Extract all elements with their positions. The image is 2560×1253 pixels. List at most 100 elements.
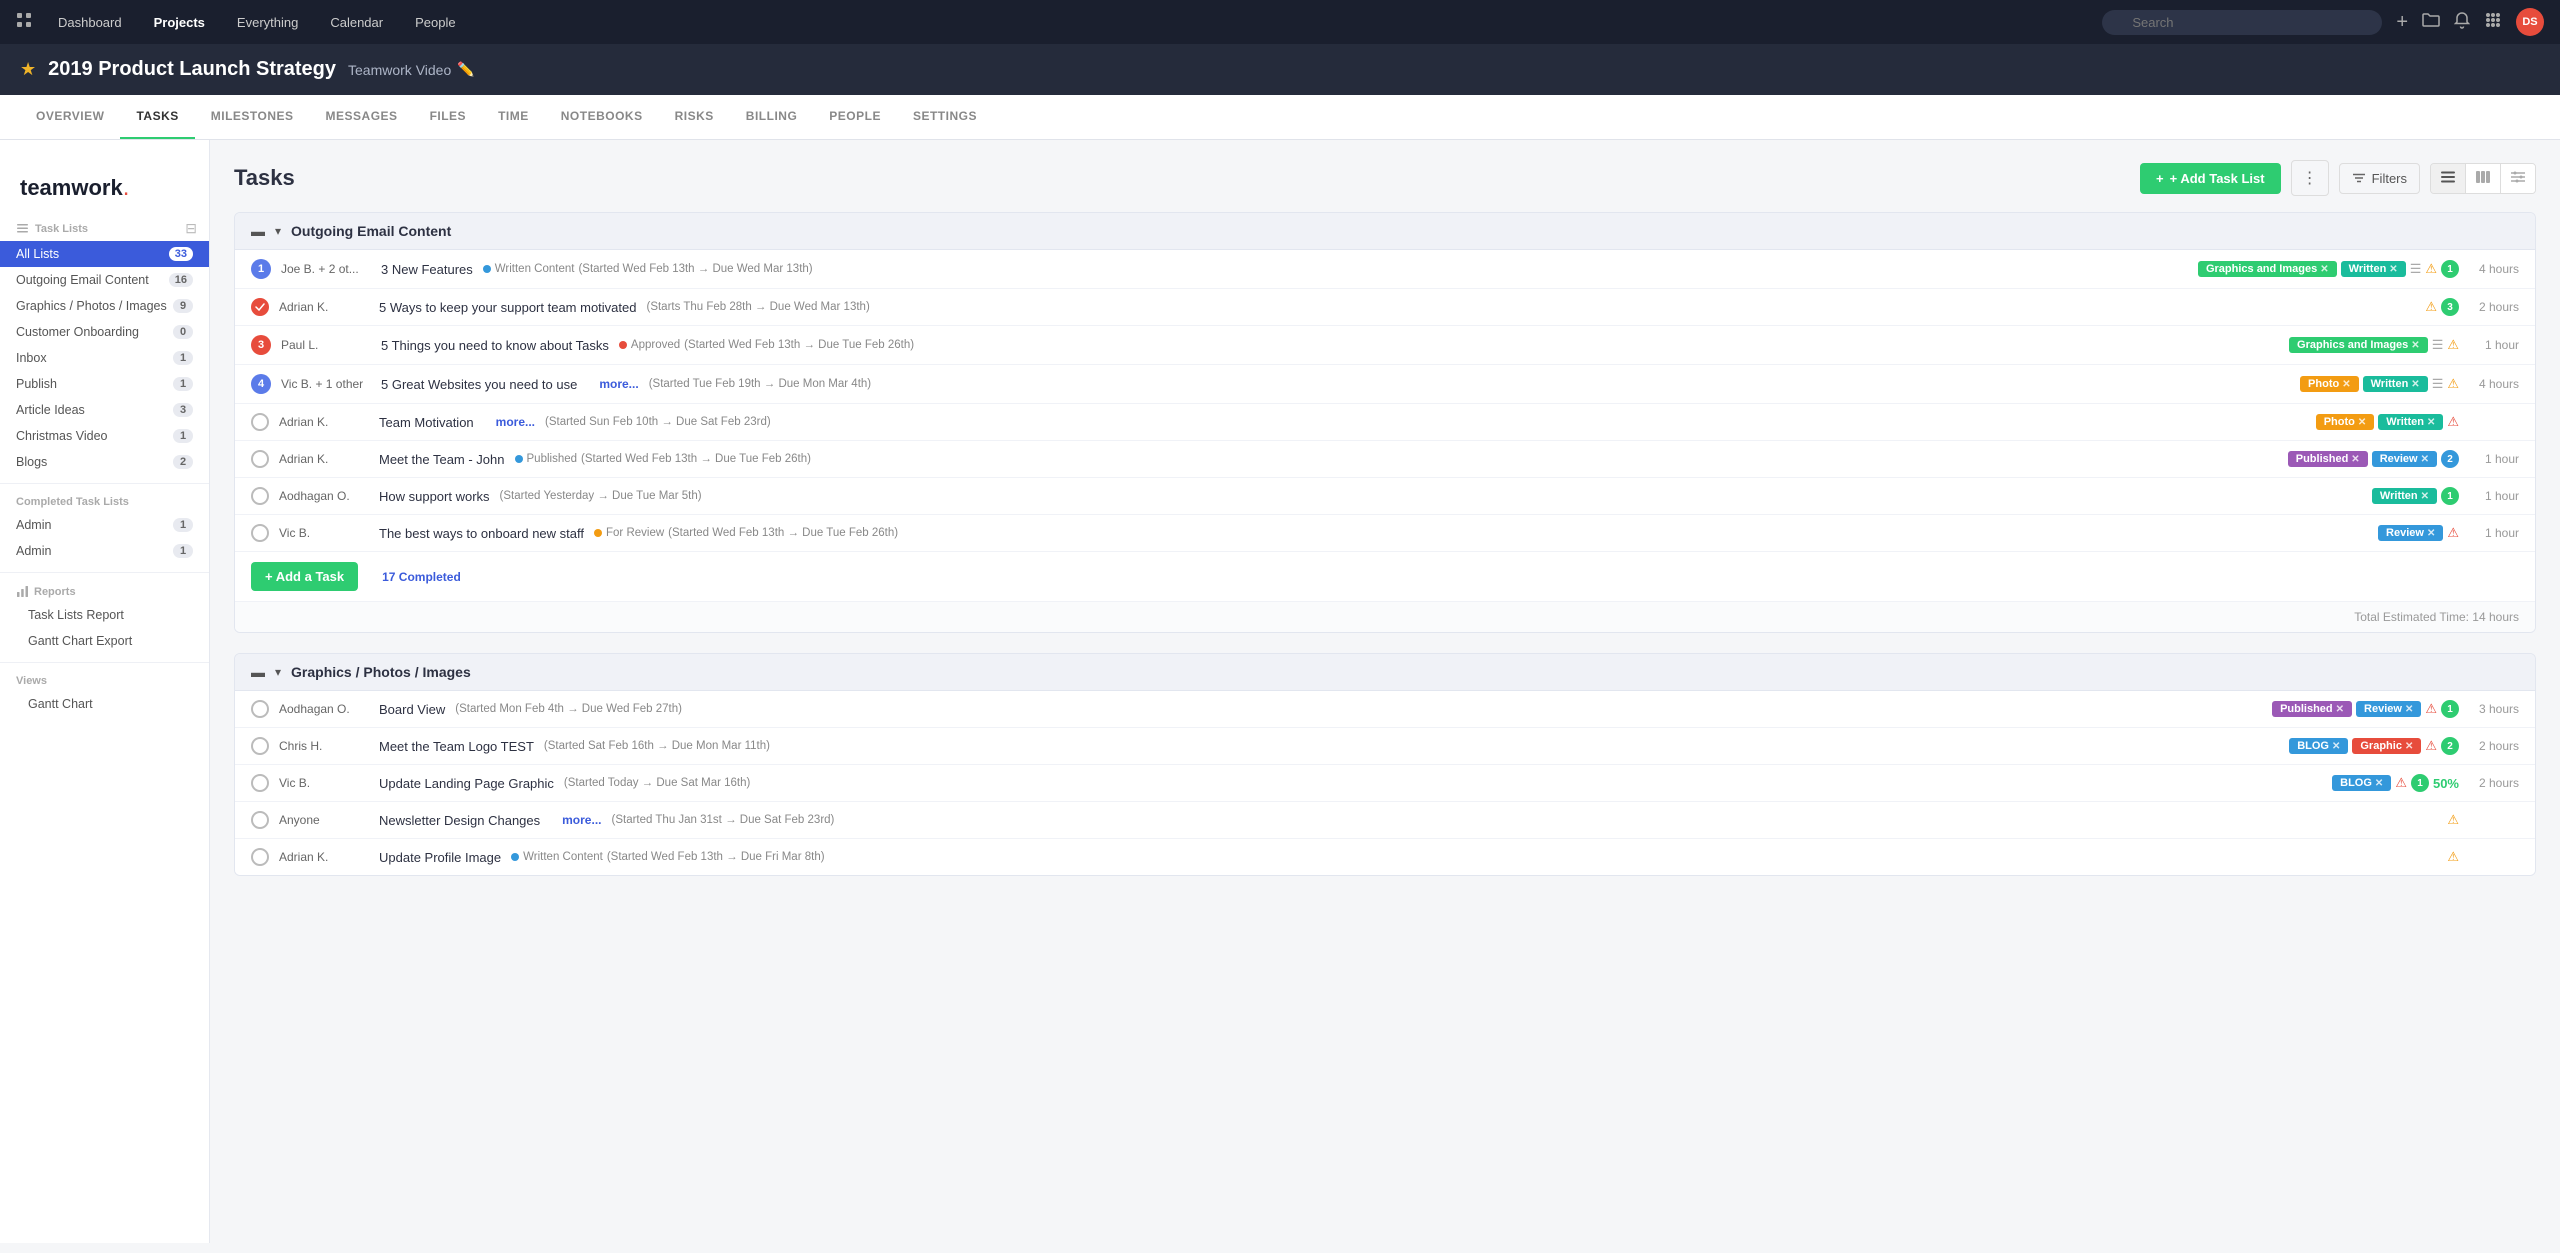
nav-dashboard[interactable]: Dashboard — [52, 11, 128, 34]
sidebar-item-outgoing[interactable]: Outgoing Email Content 16 — [0, 267, 209, 293]
tab-billing[interactable]: BILLING — [730, 95, 814, 139]
sidebar-collapse-icon[interactable]: ⊟ — [185, 220, 197, 237]
bell-icon[interactable] — [2454, 11, 2470, 34]
nav-calendar[interactable]: Calendar — [324, 11, 389, 34]
collapse-section-outgoing[interactable]: ▬ — [251, 223, 265, 239]
more-link[interactable]: more... — [496, 415, 535, 429]
sidebar-item-article[interactable]: Article Ideas 3 — [0, 397, 209, 423]
outgoing-label: Outgoing Email Content — [16, 273, 149, 287]
tag[interactable]: Review ✕ — [2378, 525, 2443, 541]
tag[interactable]: Review ✕ — [2356, 701, 2421, 717]
tag[interactable]: BLOG ✕ — [2289, 738, 2348, 754]
sidebar-item-christmas[interactable]: Christmas Video 1 — [0, 423, 209, 449]
tab-overview[interactable]: OVERVIEW — [20, 95, 120, 139]
tab-risks[interactable]: RISKS — [659, 95, 730, 139]
tab-time[interactable]: TIME — [482, 95, 545, 139]
task-name[interactable]: Update Profile Image — [379, 850, 501, 865]
sidebar-item-publish[interactable]: Publish 1 — [0, 371, 209, 397]
task-checkbox[interactable] — [251, 811, 269, 829]
tab-people[interactable]: PEOPLE — [813, 95, 897, 139]
task-checkbox[interactable] — [251, 298, 269, 316]
task-tags: Published ✕ Review ✕ 2 — [2288, 450, 2459, 468]
tab-files[interactable]: FILES — [414, 95, 483, 139]
tag[interactable]: Graphic ✕ — [2352, 738, 2421, 754]
sidebar-item-tasklists-report[interactable]: Task Lists Report — [0, 602, 209, 628]
task-checkbox[interactable] — [251, 487, 269, 505]
add-tasklist-button[interactable]: + + Add Task List — [2140, 163, 2281, 194]
more-options-button[interactable]: ⋮ — [2291, 160, 2329, 196]
expand-section-outgoing[interactable]: ▾ — [275, 224, 281, 238]
collapse-section-graphics[interactable]: ▬ — [251, 664, 265, 680]
nav-people[interactable]: People — [409, 11, 461, 34]
tag[interactable]: Written ✕ — [2341, 261, 2406, 277]
tag[interactable]: Graphics and Images ✕ — [2198, 261, 2337, 277]
more-link[interactable]: more... — [562, 813, 601, 827]
task-name[interactable]: 5 Great Websites you need to use — [381, 377, 577, 392]
task-name[interactable]: How support works — [379, 489, 490, 504]
expand-section-graphics[interactable]: ▾ — [275, 665, 281, 679]
warning-icon: ⚠ — [2425, 701, 2437, 717]
sidebar-item-all-lists[interactable]: All Lists 33 — [0, 241, 209, 267]
sidebar-item-graphics[interactable]: Graphics / Photos / Images 9 — [0, 293, 209, 319]
sidebar-item-gantt-chart[interactable]: Gantt Chart — [0, 691, 209, 717]
sidebar-item-admin-2[interactable]: Admin 1 — [0, 538, 209, 564]
tag[interactable]: Published ✕ — [2288, 451, 2368, 467]
completed-link[interactable]: 17 Completed — [382, 570, 461, 584]
task-checkbox[interactable] — [251, 848, 269, 866]
task-checkbox[interactable] — [251, 524, 269, 542]
settings-view-button[interactable] — [2501, 164, 2535, 193]
task-name[interactable]: Team Motivation — [379, 415, 474, 430]
sidebar-item-inbox[interactable]: Inbox 1 — [0, 345, 209, 371]
filters-button[interactable]: Filters — [2339, 163, 2420, 194]
task-name[interactable]: 5 Things you need to know about Tasks — [381, 338, 609, 353]
tag[interactable]: Written ✕ — [2378, 414, 2443, 430]
nav-everything[interactable]: Everything — [231, 11, 304, 34]
tag[interactable]: Review ✕ — [2372, 451, 2437, 467]
task-name[interactable]: 3 New Features — [381, 262, 473, 277]
tag[interactable]: BLOG ✕ — [2332, 775, 2391, 791]
more-link[interactable]: more... — [599, 377, 638, 391]
tag[interactable]: Graphics and Images ✕ — [2289, 337, 2428, 353]
task-time: 4 hours — [2469, 377, 2519, 391]
sidebar-item-gantt-export[interactable]: Gantt Chart Export — [0, 628, 209, 654]
tag[interactable]: Photo ✕ — [2300, 376, 2359, 392]
sidebar-item-admin-1[interactable]: Admin 1 — [0, 512, 209, 538]
tab-notebooks[interactable]: NOTEBOOKS — [545, 95, 659, 139]
task-name[interactable]: 5 Ways to keep your support team motivat… — [379, 300, 636, 315]
tab-settings[interactable]: SETTINGS — [897, 95, 993, 139]
task-name[interactable]: Meet the Team - John — [379, 452, 505, 467]
apps-icon[interactable] — [2484, 11, 2502, 34]
add-task-button[interactable]: + Add a Task — [251, 562, 358, 591]
task-name[interactable]: Meet the Team Logo TEST — [379, 739, 534, 754]
task-checkbox[interactable] — [251, 450, 269, 468]
task-checkbox[interactable] — [251, 737, 269, 755]
task-name[interactable]: The best ways to onboard new staff — [379, 526, 584, 541]
add-icon[interactable]: + — [2396, 11, 2408, 34]
columns-view-button[interactable] — [2466, 164, 2501, 193]
task-name[interactable]: Newsletter Design Changes — [379, 813, 540, 828]
tab-tasks[interactable]: TASKS — [120, 95, 194, 139]
tag[interactable]: Published ✕ — [2272, 701, 2352, 717]
grid-icon[interactable] — [16, 12, 32, 33]
tag[interactable]: Written ✕ — [2363, 376, 2428, 392]
folder-icon[interactable] — [2422, 12, 2440, 33]
task-meta: (Started Tue Feb 19th → Due Mon Mar 4th) — [649, 378, 2290, 390]
list-view-button[interactable] — [2431, 164, 2466, 193]
tab-messages[interactable]: MESSAGES — [310, 95, 414, 139]
sidebar-item-customer[interactable]: Customer Onboarding 0 — [0, 319, 209, 345]
search-input[interactable] — [2102, 10, 2382, 35]
task-checkbox[interactable] — [251, 774, 269, 792]
task-checkbox[interactable] — [251, 700, 269, 718]
star-icon[interactable]: ★ — [20, 59, 36, 80]
task-name[interactable]: Update Landing Page Graphic — [379, 776, 554, 791]
task-checkbox[interactable] — [251, 413, 269, 431]
sidebar-item-blogs[interactable]: Blogs 2 — [0, 449, 209, 475]
tab-milestones[interactable]: MILESTONES — [195, 95, 310, 139]
nav-projects[interactable]: Projects — [148, 11, 211, 34]
task-name[interactable]: Board View — [379, 702, 445, 717]
tag[interactable]: Written ✕ — [2372, 488, 2437, 504]
edit-icon[interactable]: ✏️ — [457, 61, 474, 78]
user-avatar[interactable]: DS — [2516, 8, 2544, 36]
tag[interactable]: Photo ✕ — [2316, 414, 2375, 430]
section-name-outgoing: Outgoing Email Content — [291, 223, 451, 239]
